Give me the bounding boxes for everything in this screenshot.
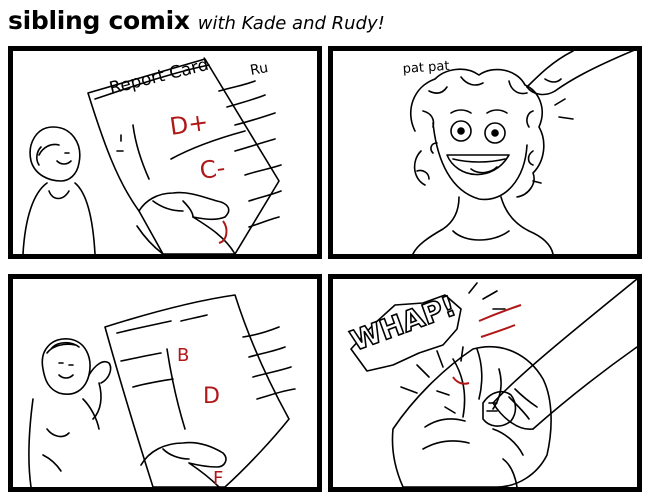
panel-1: Report Card Ru D+ C- (8, 46, 322, 259)
grade-2: C- (198, 154, 227, 185)
panel-2-art: pat pat (402, 51, 635, 254)
grade-b: B (177, 345, 189, 366)
panel-1-art: Report Card Ru D+ C- (22, 55, 282, 254)
comic-subtitle: with Kade and Rudy! (197, 13, 385, 34)
kid-head (41, 338, 91, 395)
report-card-heading: Report Card (107, 55, 210, 99)
panel-4: WHAP! (328, 274, 642, 492)
panel-4-art: WHAP! (345, 279, 637, 487)
sound-effect-whap: WHAP! (346, 289, 460, 357)
comic-title: sibling comix (8, 6, 190, 35)
sound-effect-pat: pat pat (402, 59, 450, 77)
report-card-scribble: Ru (249, 60, 269, 79)
comic-header: sibling comix with Kade and Rudy! (8, 6, 385, 40)
panel-3-art: B D F (28, 294, 296, 487)
panel-3: B D F (8, 274, 322, 492)
grade-1: D+ (168, 108, 210, 141)
panel-2: pat pat (328, 46, 642, 259)
grade-d: D (203, 384, 220, 409)
grade-f: F (213, 468, 223, 487)
